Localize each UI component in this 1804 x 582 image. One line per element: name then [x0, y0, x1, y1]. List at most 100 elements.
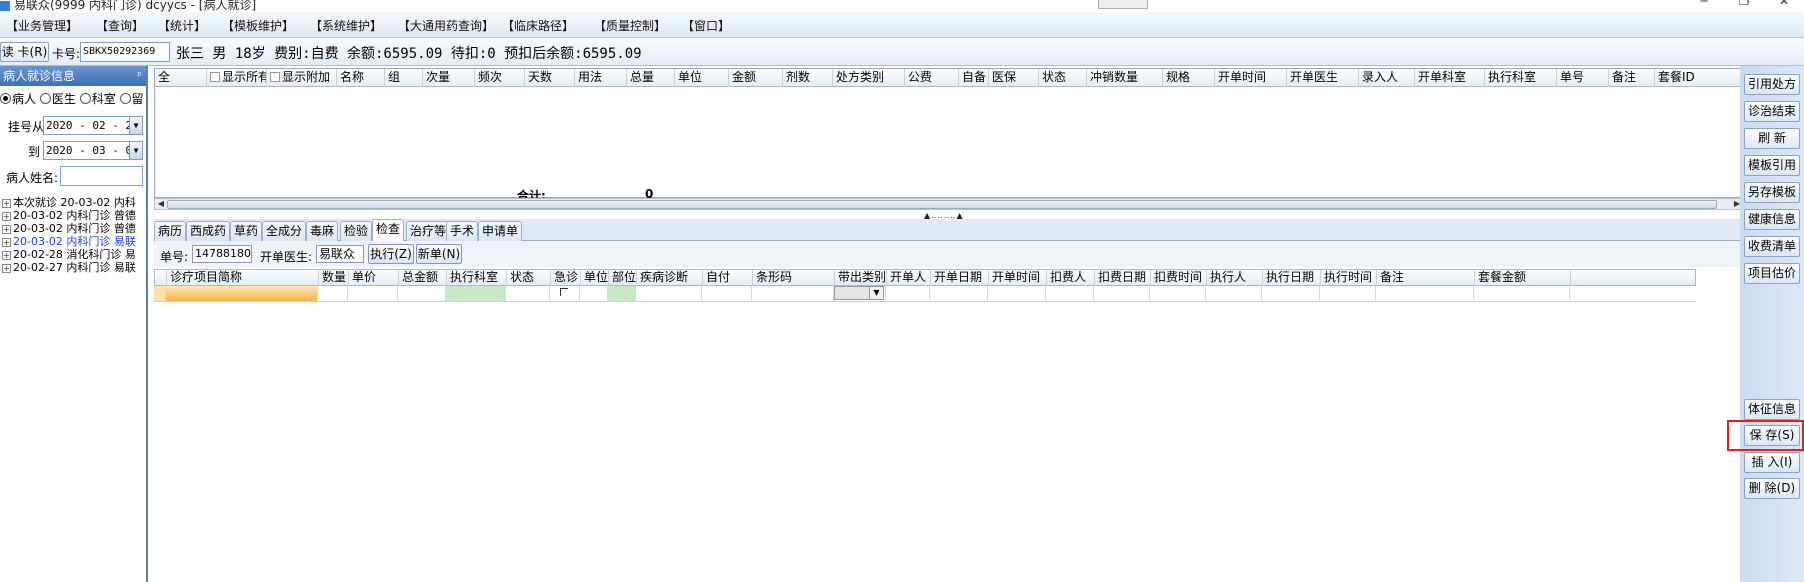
- menu-quality[interactable]: 【质量控制】: [594, 17, 666, 34]
- quote-prescription-button[interactable]: 引用处方: [1744, 74, 1800, 95]
- chevron-down-icon[interactable]: ▼: [129, 117, 142, 134]
- unit-cell[interactable]: [580, 286, 608, 301]
- tab-application[interactable]: 申请单: [478, 221, 523, 241]
- package-amount-cell[interactable]: [1474, 286, 1570, 301]
- col-writeoff[interactable]: 冲销数量: [1087, 69, 1163, 87]
- expand-icon[interactable]: +: [2, 225, 11, 234]
- col-executor[interactable]: 执行人: [1207, 270, 1263, 286]
- col-all[interactable]: 全: [155, 69, 207, 87]
- date-to-picker[interactable]: 2020 - 03 - 02 ▼: [43, 141, 143, 160]
- col-doses[interactable]: 剂数: [783, 69, 833, 87]
- menu-query[interactable]: 【查询】: [96, 17, 144, 34]
- exam-items-grid[interactable]: 诊疗项目简称 数量 单价 总金额 执行科室 状态 急诊 单位 部位 疾病诊断 自…: [154, 269, 1696, 582]
- status-cell[interactable]: [506, 286, 550, 301]
- expand-icon[interactable]: +: [2, 212, 11, 221]
- template-quote-button[interactable]: 模板引用: [1744, 155, 1800, 176]
- charge-date-cell[interactable]: [1094, 286, 1150, 301]
- col-dose[interactable]: 次量: [423, 69, 475, 87]
- col-days[interactable]: 天数: [525, 69, 575, 87]
- col-qty[interactable]: 数量: [319, 270, 349, 286]
- radio-dept[interactable]: [79, 93, 91, 104]
- col-item-name[interactable]: 诊疗项目简称: [167, 270, 319, 286]
- checkbox[interactable]: [210, 72, 220, 82]
- carry-type-select[interactable]: ▼: [834, 286, 884, 300]
- diagnosis-cell[interactable]: [636, 286, 702, 301]
- col-emergency[interactable]: 急诊: [551, 270, 581, 286]
- col-exec-time[interactable]: 执行时间: [1321, 270, 1377, 286]
- col-unit[interactable]: 单位: [581, 270, 609, 286]
- radio-stay[interactable]: [119, 93, 131, 104]
- tree-item[interactable]: +20-02-28 消化科门诊 易: [2, 248, 146, 261]
- col-exec-date[interactable]: 执行日期: [1263, 270, 1321, 286]
- item-name-cell[interactable]: [166, 286, 318, 301]
- panel-splitter[interactable]: ▲‥‥‥‥▲: [154, 211, 1744, 220]
- tree-item[interactable]: +20-03-02 内科门诊 曾德: [2, 222, 146, 235]
- item-estimate-button[interactable]: 项目估价: [1744, 263, 1800, 284]
- site-cell[interactable]: [608, 286, 636, 301]
- expand-icon[interactable]: +: [2, 199, 11, 208]
- col-opener[interactable]: 开单人: [887, 270, 931, 286]
- col-open-doctor[interactable]: 开单医生: [1287, 69, 1359, 87]
- remark-cell[interactable]: [1376, 286, 1474, 301]
- row-indicator[interactable]: [154, 286, 166, 301]
- new-order-button[interactable]: 新单(N): [416, 244, 462, 264]
- insert-button[interactable]: 插 入(I): [1744, 452, 1800, 473]
- col-diagnosis[interactable]: 疾病诊断: [637, 270, 703, 286]
- tab-lab[interactable]: 检验: [340, 221, 373, 241]
- prescription-grid[interactable]: 全 显示所有 显示附加 名称 组 次量 频次 天数 用法 总量 单位 金额 剂数…: [154, 68, 1745, 203]
- charger-cell[interactable]: [1046, 286, 1094, 301]
- checkbox[interactable]: [270, 72, 280, 82]
- carry-type-cell[interactable]: ▼: [834, 286, 886, 301]
- radio-patient[interactable]: [0, 93, 11, 104]
- vital-signs-button[interactable]: 体征信息: [1744, 399, 1800, 420]
- col-rx-type[interactable]: 处方类别: [833, 69, 905, 87]
- health-info-button[interactable]: 健康信息: [1744, 209, 1800, 230]
- col-exec-dept[interactable]: 执行科室: [447, 270, 507, 286]
- barcode-cell[interactable]: [752, 286, 834, 301]
- menu-system[interactable]: 【系统维护】: [310, 17, 382, 34]
- menu-template[interactable]: 【模板维护】: [222, 17, 294, 34]
- opener-cell[interactable]: [886, 286, 930, 301]
- col-open-time[interactable]: 开单时间: [1215, 69, 1287, 87]
- menu-stats[interactable]: 【统计】: [158, 17, 206, 34]
- minimize-icon[interactable]: ─: [1684, 0, 1724, 8]
- close-icon[interactable]: ✕: [1764, 0, 1804, 8]
- tree-item[interactable]: + 本次就诊 20-03-02 内科: [2, 196, 146, 209]
- col-package-id[interactable]: 套餐ID: [1655, 69, 1743, 87]
- scrollbar-thumb[interactable]: [167, 200, 1717, 209]
- tree-item[interactable]: +20-02-27 内科门诊 易联: [2, 261, 146, 274]
- col-self[interactable]: 自备: [959, 69, 989, 87]
- col-total[interactable]: 总量: [627, 69, 675, 87]
- tab-narcotic[interactable]: 毒麻: [306, 221, 339, 241]
- order-no-input[interactable]: 14788180: [192, 245, 252, 263]
- emergency-checkbox[interactable]: [560, 288, 568, 296]
- restore-icon[interactable]: ❐: [1724, 0, 1764, 8]
- col-total-amount[interactable]: 总金额: [399, 270, 447, 286]
- expand-icon[interactable]: +: [2, 264, 11, 273]
- col-entered-by[interactable]: 录入人: [1359, 69, 1415, 87]
- tab-full-component[interactable]: 全成分: [262, 221, 307, 241]
- open-time-cell[interactable]: [988, 286, 1046, 301]
- tab-western-drug[interactable]: 西成药: [186, 221, 231, 241]
- col-open-dept[interactable]: 开单科室: [1415, 69, 1485, 87]
- save-as-template-button[interactable]: 另存模板: [1744, 182, 1800, 203]
- col-remark[interactable]: 备注: [1609, 69, 1655, 87]
- execute-button[interactable]: 执行(Z): [368, 244, 414, 264]
- col-freq[interactable]: 频次: [475, 69, 525, 87]
- total-amount-cell[interactable]: [398, 286, 446, 301]
- radio-doctor[interactable]: [39, 93, 51, 104]
- menu-window[interactable]: 【窗口】: [682, 17, 730, 34]
- col-carry-type[interactable]: 带出类别: [835, 270, 887, 286]
- col-price[interactable]: 单价: [349, 270, 399, 286]
- read-card-button[interactable]: 读 卡(R): [0, 42, 49, 62]
- col-open-time[interactable]: 开单时间: [989, 270, 1047, 286]
- tree-item-selected[interactable]: +20-03-02 内科门诊 易联: [2, 235, 146, 248]
- col-exec-dept[interactable]: 执行科室: [1485, 69, 1557, 87]
- col-site[interactable]: 部位: [609, 270, 637, 286]
- col-name[interactable]: 名称: [337, 69, 385, 87]
- table-row[interactable]: ▼: [154, 286, 1696, 302]
- col-insurance[interactable]: 医保: [989, 69, 1039, 87]
- col-barcode[interactable]: 条形码: [753, 270, 835, 286]
- col-usage[interactable]: 用法: [575, 69, 627, 87]
- col-package-amount[interactable]: 套餐金额: [1475, 270, 1571, 286]
